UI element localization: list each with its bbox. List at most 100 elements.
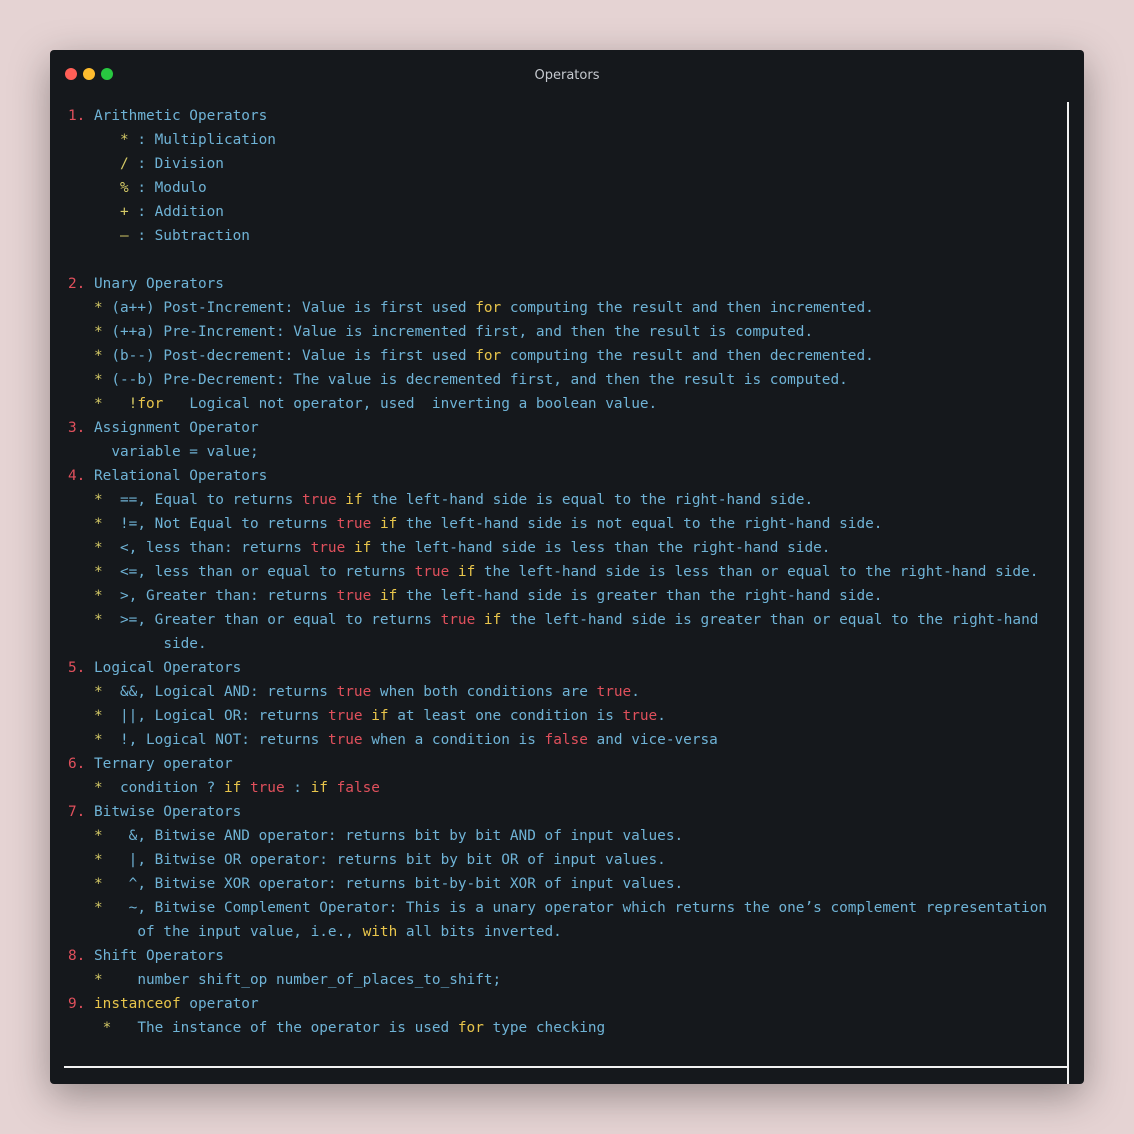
- code-line: + : Addition: [68, 200, 1064, 224]
- token-text: computing the result and then incremente…: [501, 300, 874, 316]
- vertical-scrollbar[interactable]: [1067, 102, 1069, 1084]
- token-sym: %: [119, 180, 129, 196]
- token-text: the left-hand side is less than or equal…: [475, 564, 1039, 580]
- code-line: side.: [68, 632, 1064, 656]
- token-text: (b--) Post-decrement: Value is first use…: [102, 348, 476, 364]
- token-text: : Multiplication: [128, 132, 276, 148]
- token-sym: /: [119, 156, 129, 172]
- token-sym: *: [94, 516, 103, 532]
- token-sym: –: [119, 228, 129, 244]
- code-content: 1. Arithmetic Operators * : Multiplicati…: [68, 104, 1064, 1040]
- code-line: * (b--) Post-decrement: Value is first u…: [68, 344, 1064, 368]
- token-num: 6.: [68, 756, 94, 772]
- token-text: ==, Equal to returns: [102, 492, 302, 508]
- token-text: ^, Bitwise XOR operator: returns bit-by-…: [102, 876, 684, 892]
- token-text: >, Greater than: returns: [102, 588, 337, 604]
- token-sym: *: [94, 972, 103, 988]
- code-line: * : Multiplication: [68, 128, 1064, 152]
- token-num: 1.: [68, 108, 94, 124]
- token-text: Unary Operators: [94, 276, 224, 292]
- token-text: : Division: [128, 156, 224, 172]
- token-pre: [68, 444, 111, 460]
- token-sym: *: [94, 300, 103, 316]
- token-text: all bits inverted.: [397, 924, 562, 940]
- token-text: at least one condition is: [388, 708, 623, 724]
- token-text: Shift Operators: [94, 948, 224, 964]
- token-kw: for: [475, 348, 502, 364]
- code-line: 4. Relational Operators: [68, 464, 1064, 488]
- token-text: &&, Logical AND: returns: [102, 684, 337, 700]
- token-text: ~, Bitwise Complement Operator: This is …: [102, 900, 1048, 916]
- token-sym: *: [94, 852, 103, 868]
- token-text: Logical Operators: [94, 660, 242, 676]
- code-line: * !for Logical not operator, used invert…: [68, 392, 1064, 416]
- token-pre: [68, 588, 94, 604]
- token-bool: true: [440, 612, 476, 628]
- token-kw: if: [353, 540, 372, 556]
- token-num: 4.: [68, 468, 94, 484]
- token-text: the left-hand side is greater than the r…: [397, 588, 883, 604]
- token-text: (a++) Post-Increment: Value is first use…: [102, 300, 476, 316]
- token-text: operator: [180, 996, 259, 1012]
- code-line: * |, Bitwise OR operator: returns bit by…: [68, 848, 1064, 872]
- token-text: Ternary operator: [94, 756, 233, 772]
- token-text: .: [657, 708, 666, 724]
- token-pre: [68, 324, 94, 340]
- token-pre: [68, 516, 94, 532]
- code-line: 8. Shift Operators: [68, 944, 1064, 968]
- code-line: * ^, Bitwise XOR operator: returns bit-b…: [68, 872, 1064, 896]
- code-line: of the input value, i.e., with all bits …: [68, 920, 1064, 944]
- token-bool: true: [596, 684, 632, 700]
- token-text: : Modulo: [128, 180, 207, 196]
- token-text: condition ?: [102, 780, 224, 796]
- token-text: and vice-versa: [587, 732, 718, 748]
- code-line: * The instance of the operator is used f…: [68, 1016, 1064, 1040]
- token-text: The instance of the operator is used: [111, 1020, 458, 1036]
- token-text: Assignment Operator: [94, 420, 259, 436]
- token-text: when a condition is: [362, 732, 545, 748]
- token-sym: *: [94, 372, 103, 388]
- token-bool: true: [336, 684, 372, 700]
- token-text: : Addition: [128, 204, 224, 220]
- token-kw: if: [379, 516, 398, 532]
- token-kw: instanceof: [94, 996, 181, 1012]
- token-pre: [68, 684, 94, 700]
- token-pre: [68, 852, 94, 868]
- token-text: :: [284, 780, 311, 796]
- token-text: the left-hand side is greater than or eq…: [501, 612, 1039, 628]
- code-line: * number shift_op number_of_places_to_sh…: [68, 968, 1064, 992]
- code-line: * ||, Logical OR: returns true if at lea…: [68, 704, 1064, 728]
- token-text: Relational Operators: [94, 468, 268, 484]
- code-line: * >, Greater than: returns true if the l…: [68, 584, 1064, 608]
- token-text: Arithmetic Operators: [94, 108, 268, 124]
- token-sym: *: [94, 684, 103, 700]
- token-kw: for: [137, 396, 164, 412]
- token-sym: *: [94, 612, 103, 628]
- token-bool: true: [336, 588, 372, 604]
- code-line: % : Modulo: [68, 176, 1064, 200]
- code-line: 7. Bitwise Operators: [68, 800, 1064, 824]
- code-line: * <=, less than or equal to returns true…: [68, 560, 1064, 584]
- token-text: (++a) Pre-Increment: Value is incremente…: [102, 324, 814, 340]
- code-line: – : Subtraction: [68, 224, 1064, 248]
- token-kw: if: [483, 612, 502, 628]
- token-text: of the input value, i.e.,: [137, 924, 363, 940]
- window-title: Operators: [534, 68, 600, 83]
- token-kw: if: [379, 588, 398, 604]
- token-sym: *: [94, 732, 103, 748]
- token-pre: [68, 228, 120, 244]
- code-line: * condition ? if true : if false: [68, 776, 1064, 800]
- token-pre: [68, 900, 94, 916]
- code-line: 9. instanceof operator: [68, 992, 1064, 1016]
- token-kw: if: [345, 492, 363, 508]
- token-pre: [68, 156, 120, 172]
- code-line: 1. Arithmetic Operators: [68, 104, 1064, 128]
- token-kw: with: [362, 924, 398, 940]
- token-bool: true: [249, 780, 285, 796]
- token-num: 7.: [68, 804, 94, 820]
- token-bool: true: [327, 732, 363, 748]
- horizontal-scrollbar[interactable]: [64, 1066, 1067, 1068]
- token-text: <, less than: returns: [102, 540, 311, 556]
- token-num: 5.: [68, 660, 94, 676]
